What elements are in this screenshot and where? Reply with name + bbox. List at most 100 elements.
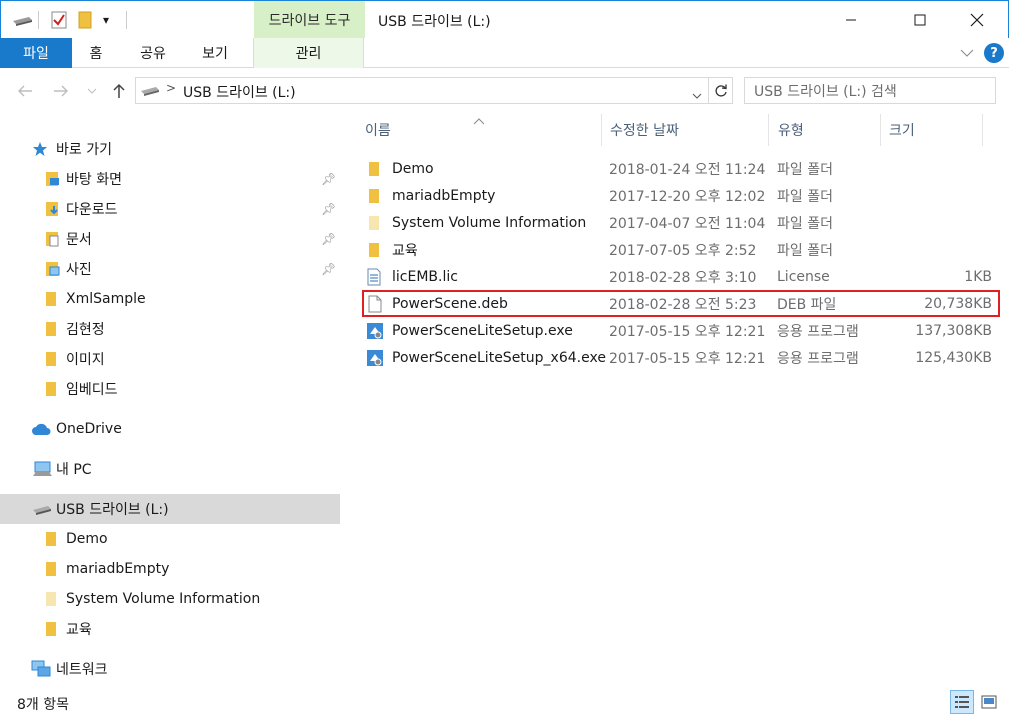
file-type: 응용 프로그램 — [777, 323, 859, 340]
drive-icon — [140, 84, 160, 100]
nav-label: 내 PC — [56, 462, 92, 478]
folder-icon — [45, 291, 57, 307]
pin-icon[interactable]: 📌︎ — [321, 232, 336, 246]
file-name: mariadbEmpty — [392, 187, 496, 204]
refresh-button[interactable] — [709, 77, 733, 104]
column-header-type[interactable]: 유형 — [778, 114, 880, 146]
computer-icon — [32, 461, 52, 477]
address-bar[interactable]: > USB 드라이브 (L:) — [135, 77, 709, 104]
column-header-size[interactable]: 크기 — [889, 114, 983, 146]
drive-tools-context-tab: 드라이브 도구 — [254, 1, 365, 39]
up-button[interactable] — [108, 80, 130, 102]
nav-this-pc[interactable]: 내 PC — [0, 454, 340, 484]
network-icon — [31, 660, 51, 678]
nav-usb-folder-system-volume[interactable]: System Volume Information — [0, 584, 340, 614]
minimize-button[interactable] — [828, 1, 874, 39]
tab-view[interactable]: 보기 — [193, 38, 237, 68]
nav-label: 이미지 — [66, 352, 105, 368]
nav-item-documents[interactable]: 문서 📌︎ — [0, 224, 340, 254]
nav-onedrive[interactable]: OneDrive — [0, 414, 340, 444]
maximize-button[interactable] — [897, 1, 943, 39]
forward-button[interactable] — [50, 80, 72, 102]
item-count: 8개 항목 — [17, 697, 69, 713]
nav-item-embedded[interactable]: 임베디드 — [0, 374, 340, 404]
nav-item-pictures[interactable]: 사진 📌︎ — [0, 254, 340, 284]
nav-item-images[interactable]: 이미지 — [0, 344, 340, 374]
table-row[interactable]: 교육 2017-07-05 오후 2:52 파일 폴더 — [362, 236, 1000, 263]
nav-item-kimhyunjung[interactable]: 김현정 — [0, 314, 340, 344]
nav-label: System Volume Information — [66, 591, 261, 607]
arrow-right-icon — [54, 85, 68, 97]
back-button[interactable] — [14, 80, 36, 102]
documents-icon — [44, 231, 60, 247]
pin-icon[interactable]: 📌︎ — [321, 202, 336, 216]
folder-icon — [45, 381, 57, 397]
nav-label: XmlSample — [66, 291, 146, 307]
nav-network[interactable]: 네트워크 — [0, 654, 340, 684]
chevron-down-icon — [692, 93, 702, 99]
breadcrumb-separator[interactable]: > — [166, 81, 176, 95]
pin-icon[interactable]: 📌︎ — [321, 172, 336, 186]
file-type: 파일 폴더 — [777, 188, 833, 205]
nav-label: mariadbEmpty — [66, 561, 170, 577]
drive-icon[interactable] — [9, 9, 35, 31]
tab-home[interactable]: 홈 — [78, 38, 114, 68]
large-icons-view-button[interactable] — [977, 690, 1001, 714]
table-row[interactable]: PowerSceneLiteSetup.exe 2017-05-15 오후 12… — [362, 317, 1000, 344]
nav-usb-drive[interactable]: USB 드라이브 (L:) — [0, 494, 340, 524]
details-view-button[interactable] — [950, 690, 974, 714]
file-type: 응용 프로그램 — [777, 350, 859, 367]
search-input[interactable]: USB 드라이브 (L:) 검색 — [744, 77, 996, 104]
folder-icon — [45, 621, 57, 637]
help-button[interactable]: ? — [984, 43, 1004, 63]
file-size: 20,738KB — [924, 295, 992, 312]
folder-icon — [45, 561, 57, 577]
column-separator[interactable] — [982, 114, 983, 146]
qa-separator — [37, 9, 39, 31]
recent-locations-button[interactable] — [84, 80, 100, 102]
expand-ribbon-button[interactable] — [958, 45, 976, 61]
breadcrumb-usb-drive[interactable]: USB 드라이브 (L:) — [183, 82, 296, 102]
nav-label: 다운로드 — [66, 202, 118, 218]
nav-usb-folder-mariadbempty[interactable]: mariadbEmpty — [0, 554, 340, 584]
file-type: 파일 폴더 — [777, 215, 833, 232]
table-row[interactable]: licEMB.lic 2018-02-28 오후 3:10 License 1K… — [362, 263, 1000, 290]
file-name: System Volume Information — [392, 214, 587, 231]
table-row[interactable]: Demo 2018-01-24 오전 11:24 파일 폴더 — [362, 155, 1000, 182]
nav-usb-folder-education[interactable]: 교육 — [0, 614, 340, 644]
table-row-highlighted[interactable]: PowerScene.deb 2018-02-28 오전 5:23 DEB 파일… — [362, 290, 1000, 317]
table-row[interactable]: mariadbEmpty 2017-12-20 오후 12:02 파일 폴더 — [362, 182, 1000, 209]
nav-item-desktop[interactable]: 바탕 화면 📌︎ — [0, 164, 340, 194]
column-separator[interactable] — [601, 114, 602, 146]
nav-label: 바탕 화면 — [66, 172, 122, 188]
refresh-icon — [714, 84, 727, 97]
column-header-name[interactable]: 이름 — [365, 114, 601, 146]
close-icon — [970, 13, 984, 27]
maximize-icon — [914, 14, 926, 26]
nav-item-downloads[interactable]: 다운로드 📌︎ — [0, 194, 340, 224]
column-separator[interactable] — [880, 114, 881, 146]
table-row[interactable]: PowerSceneLiteSetup_x64.exe 2017-05-15 오… — [362, 344, 1000, 371]
address-dropdown[interactable] — [692, 87, 702, 103]
pin-icon[interactable]: 📌︎ — [321, 262, 336, 276]
close-button[interactable] — [954, 1, 1000, 39]
large-icons-view-icon — [981, 695, 997, 709]
tab-share[interactable]: 공유 — [131, 38, 175, 68]
title-bar: ▾ 드라이브 도구 USB 드라이브 (L:) — [0, 0, 1009, 39]
table-row[interactable]: System Volume Information 2017-04-07 오전 … — [362, 209, 1000, 236]
nav-label: 네트워크 — [56, 662, 108, 678]
nav-item-xmlsample[interactable]: XmlSample — [0, 284, 340, 314]
new-folder-icon[interactable] — [74, 9, 96, 31]
customize-qa-dropdown[interactable]: ▾ — [98, 9, 114, 31]
setup-exe-icon — [366, 344, 384, 371]
properties-icon[interactable] — [48, 9, 70, 31]
tab-file[interactable]: 파일 — [0, 38, 72, 68]
navigation-pane: 바로 가기 바탕 화면 📌︎ 다운로드 📌︎ 문서 📌︎ 사진 📌︎ XmlSa… — [0, 114, 340, 688]
nav-usb-folder-demo[interactable]: Demo — [0, 524, 340, 554]
file-type: License — [777, 268, 830, 285]
column-separator[interactable] — [768, 114, 769, 146]
chevron-down-icon — [87, 88, 97, 94]
column-header-date[interactable]: 수정한 날짜 — [610, 114, 768, 146]
tab-manage[interactable]: 관리 — [253, 38, 364, 68]
nav-quick-access[interactable]: 바로 가기 — [0, 134, 340, 164]
